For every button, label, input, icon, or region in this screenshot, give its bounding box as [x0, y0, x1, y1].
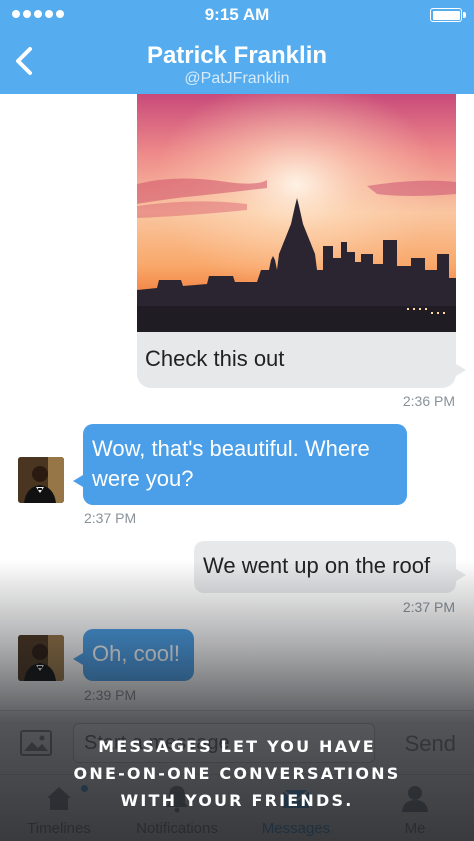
tab-label: Me [404, 820, 426, 837]
message-timestamp: 2:39 PM [84, 687, 137, 703]
bubble-tail [73, 475, 83, 487]
shared-photo[interactable] [137, 94, 456, 332]
promo-line: MESSAGES LET YOU HAVE [98, 737, 376, 756]
message-text: Oh, cool! [92, 641, 181, 666]
tab-label: Timelines [27, 820, 91, 837]
message-text: Wow, that's beautiful. Where [92, 436, 370, 461]
outgoing-message-bubble[interactable]: We went up on the roof [194, 541, 456, 593]
status-time: 9:15 AM [204, 5, 270, 24]
message-timestamp: 2:37 PM [402, 599, 455, 615]
bubble-tail [73, 653, 83, 665]
status-bar: 9:15 AM [0, 0, 474, 30]
bubble-tail [456, 364, 466, 376]
battery-icon [430, 8, 466, 22]
tab-label: Messages [261, 820, 331, 837]
conversation-header: Patrick Franklin @PatJFranklin [0, 30, 474, 94]
photo-caption: Check this out [145, 346, 285, 371]
message-text: We went up on the roof [203, 553, 431, 578]
incoming-message-bubble[interactable]: Oh, cool! [83, 629, 194, 681]
bubble-tail [456, 569, 466, 581]
promo-line: ONE-ON-ONE CONVERSATIONS [73, 764, 401, 783]
avatar[interactable] [18, 635, 64, 681]
message-text: were you? [92, 466, 194, 491]
avatar[interactable] [18, 457, 64, 503]
promo-caption: MESSAGES LET YOU HAVE ONE-ON-ONE CONVERS… [0, 733, 474, 814]
contact-name[interactable]: Patrick Franklin [0, 42, 474, 70]
message-timestamp: 2:36 PM [402, 393, 455, 409]
tab-label: Notifications [136, 820, 218, 837]
promo-line: WITH YOUR FRIENDS. [120, 791, 354, 810]
contact-handle: @PatJFranklin [184, 70, 290, 87]
incoming-message-bubble[interactable]: Wow, that's beautiful. Where were you? [83, 424, 407, 505]
photo-message-bubble[interactable]: Check this out [137, 94, 456, 388]
message-timestamp: 2:37 PM [84, 510, 137, 526]
